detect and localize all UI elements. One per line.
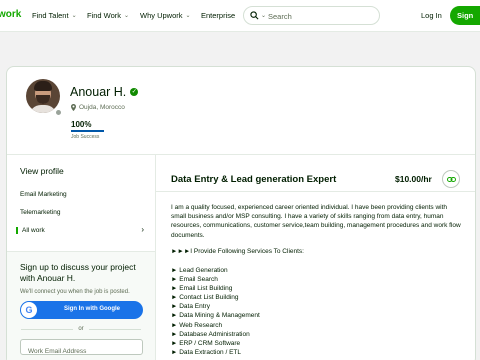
cta-title: Sign up to discuss your project with Ano… [20, 262, 136, 283]
list-item: ► ERP / CRM Software [171, 339, 241, 347]
login-link[interactable]: Log In [421, 11, 442, 20]
chevron-right-icon: › [141, 225, 144, 234]
chevron-down-icon: ⌄ [71, 13, 77, 19]
list-item: ► Lead Generation [171, 267, 228, 274]
search-bar[interactable]: ⌄ [243, 6, 380, 25]
search-icon [250, 11, 259, 20]
services-heading: ►►►I Provide Following Services To Clien… [171, 248, 304, 255]
list-item: ► Data Entry [171, 303, 210, 311]
divider [155, 155, 156, 360]
list-item: ► Email Search [171, 276, 218, 284]
list-item: ► Data Extraction / ETL [171, 348, 242, 356]
list-item: ► Web Research [171, 321, 223, 329]
divider [156, 191, 475, 192]
freelancer-name: Anouar H. ✓ [70, 85, 139, 99]
avatar [26, 79, 60, 113]
signup-button-label: Sign [457, 11, 474, 20]
sidebar-item-email-marketing[interactable]: Email Marketing [20, 191, 67, 198]
nav-find-work[interactable]: Find Work ⌄ [87, 11, 129, 20]
email-field[interactable] [20, 339, 143, 359]
freelancer-name-text: Anouar H. [70, 85, 127, 99]
chevron-down-icon: ⌄ [124, 13, 130, 19]
google-signin-label: Sign In with Google [64, 306, 120, 312]
link-icon [447, 177, 456, 182]
signup-cta-panel: Sign up to discuss your project with Ano… [7, 251, 155, 360]
divider [7, 154, 475, 155]
nav-enterprise[interactable]: Enterprise [201, 11, 235, 20]
nav-find-talent[interactable]: Find Talent ⌄ [32, 11, 77, 20]
cta-subtitle: We'll connect you when the job is posted… [20, 289, 130, 295]
or-label: or [78, 326, 84, 332]
google-icon: G [21, 302, 37, 318]
nav-find-work-label: Find Work [87, 11, 122, 20]
chevron-down-icon[interactable]: ⌄ [261, 12, 266, 19]
location: Oujda, Morocco [71, 104, 125, 111]
hourly-rate: $10.00/hr [395, 174, 432, 184]
copy-link-button[interactable] [442, 170, 460, 188]
search-input[interactable] [268, 10, 368, 22]
nav-enterprise-label: Enterprise [201, 11, 236, 20]
google-signin-button[interactable]: G Sign In with Google [20, 301, 143, 319]
chevron-down-icon: ⌄ [185, 13, 191, 19]
signup-button[interactable]: Sign [450, 6, 480, 25]
email-input[interactable] [21, 344, 142, 359]
sidebar-item-all-work[interactable]: All work › [16, 225, 144, 234]
upwork-logo[interactable]: work [0, 9, 21, 20]
list-item: ► Email List Building [171, 285, 233, 293]
nav-why-upwork-label: Why Upwork [140, 11, 183, 20]
list-item: ► Data Mining & Management [171, 312, 260, 320]
profile-description: I am a quality focused, experienced care… [171, 204, 461, 239]
job-success-score: 100% [71, 120, 92, 129]
job-success-bar [71, 130, 104, 132]
location-pin-icon [71, 104, 76, 111]
location-text: Oujda, Morocco [79, 104, 125, 111]
verified-icon: ✓ [130, 88, 139, 96]
sidebar-item-telemarketing[interactable]: Telemarketing [20, 209, 60, 216]
job-success-bar-fill [71, 130, 104, 132]
job-success-label: Job Success [71, 134, 100, 140]
freelancer-profile-card: Anouar H. ✓ Oujda, Morocco 100% Job Succ… [6, 66, 476, 360]
sidebar-item-label: All work [22, 227, 45, 234]
status-indicator [55, 109, 62, 116]
profile-title: Data Entry & Lead generation Expert [171, 174, 337, 185]
top-navigation-bar: work Find Talent ⌄ Find Work ⌄ Why Upwor… [0, 0, 480, 32]
list-item: ► Database Administration [171, 330, 250, 338]
nav-why-upwork[interactable]: Why Upwork ⌄ [140, 11, 191, 20]
services-list: ► Lead Generation ► Email Search ► Email… [171, 266, 260, 357]
nav-find-talent-label: Find Talent [32, 11, 69, 20]
or-separator: or [7, 326, 155, 332]
list-item: ► Contact List Building [171, 294, 239, 302]
view-profile-heading: View profile [20, 166, 64, 176]
